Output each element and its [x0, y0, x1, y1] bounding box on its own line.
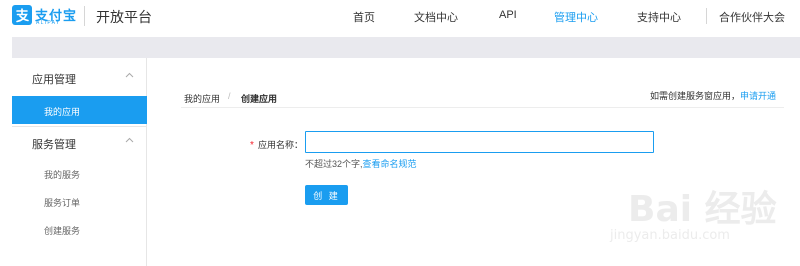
breadcrumb-current: 创建应用 — [241, 94, 278, 104]
app-name-label: 应用名称： — [258, 140, 304, 150]
nav-management[interactable]: 管理中心 — [554, 9, 598, 25]
logo-subtext: ALIPAY — [36, 20, 61, 26]
sidebar-group-service-management[interactable]: 服务管理 — [32, 136, 76, 152]
sidebar-item-my-apps[interactable]: 我的应用 — [12, 96, 147, 124]
breadcrumb-separator: / — [228, 91, 231, 101]
hint-text: 不超过32个字, — [305, 159, 363, 169]
watermark-url: jingyan.baidu.com — [610, 228, 730, 243]
create-button[interactable]: 创 建 — [305, 185, 348, 205]
logo-divider — [84, 6, 85, 26]
subheader-band — [12, 37, 800, 58]
app-name-hint: 不超过32个字,查看命名规范 — [305, 157, 417, 170]
sidebar: 应用管理 我的应用 服务管理 我的服务 服务订单 创建服务 — [12, 58, 147, 266]
sidebar-item-my-services[interactable]: 我的服务 — [44, 168, 80, 181]
nav-support[interactable]: 支持中心 — [637, 9, 681, 25]
alipay-logo-icon[interactable] — [12, 5, 32, 25]
required-mark: * — [250, 140, 254, 151]
sidebar-item-label: 我的应用 — [44, 107, 81, 117]
apply-link[interactable]: 申请开通 — [740, 91, 776, 101]
sidebar-item-create-service[interactable]: 创建服务 — [44, 224, 80, 237]
sidebar-divider — [12, 126, 147, 127]
breadcrumb-divider — [181, 107, 784, 108]
platform-title: 开放平台 — [96, 9, 152, 25]
chevron-up-icon[interactable] — [125, 135, 134, 145]
apply-notice: 如需创建服务窗应用，申请开通 — [650, 89, 776, 102]
watermark: Bai 经验 jingyan.baidu.com — [592, 180, 777, 250]
naming-rules-link[interactable]: 查看命名规范 — [363, 159, 417, 169]
app-name-input[interactable] — [305, 131, 654, 153]
page: 支付宝 ALIPAY 开放平台 首页 文档中心 API 管理中心 支持中心 合作… — [0, 0, 800, 266]
sidebar-item-service-orders[interactable]: 服务订单 — [44, 196, 80, 209]
chevron-up-icon[interactable] — [125, 70, 134, 80]
apply-notice-text: 如需创建服务窗应用， — [650, 91, 741, 101]
breadcrumb-parent[interactable]: 我的应用 — [184, 92, 220, 105]
nav-divider — [706, 8, 707, 24]
nav-home[interactable]: 首页 — [353, 9, 375, 25]
nav-docs[interactable]: 文档中心 — [414, 9, 458, 25]
nav-api[interactable]: API — [499, 9, 517, 21]
watermark-text: Bai 经验 — [628, 189, 777, 230]
top-header: 支付宝 ALIPAY 开放平台 首页 文档中心 API 管理中心 支持中心 合作… — [0, 0, 800, 34]
sidebar-group-app-management[interactable]: 应用管理 — [32, 71, 76, 87]
nav-partner-conference[interactable]: 合作伙伴大会 — [719, 9, 785, 25]
